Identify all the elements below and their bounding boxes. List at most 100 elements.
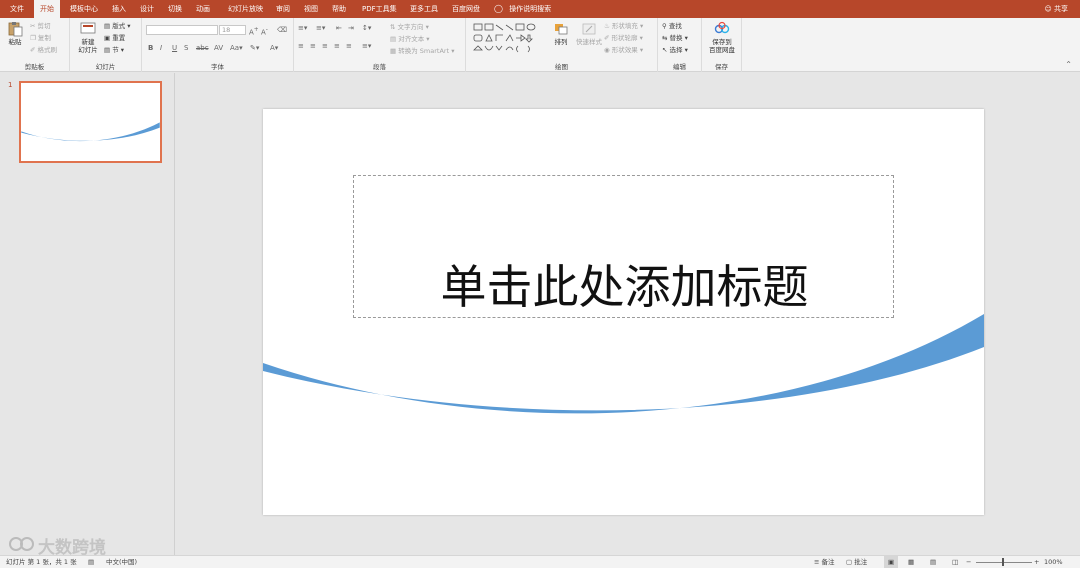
zoom-level[interactable]: 100%: [1044, 556, 1063, 568]
shadow-button[interactable]: S: [184, 43, 188, 53]
slide-number: 1: [8, 81, 13, 89]
tab-template-center[interactable]: 模板中心: [64, 0, 104, 18]
clipboard-group: 粘贴 ✂ 剪切 ❐ 复制 ✐ 格式刷 剪贴板: [0, 18, 70, 72]
font-color-button[interactable]: A▾: [270, 43, 278, 53]
tab-design[interactable]: 设计: [134, 0, 160, 18]
zoom-out-button[interactable]: −: [966, 556, 971, 568]
tab-file[interactable]: 文件: [4, 0, 30, 18]
char-spacing-button[interactable]: AV: [214, 43, 223, 53]
line-spacing-icon[interactable]: ↕▾: [362, 23, 371, 33]
new-slide-button[interactable]: 新建 幻灯片: [74, 21, 102, 54]
smartart-button[interactable]: ▦ 转换为 SmartArt ▾: [390, 46, 454, 56]
zoom-in-button[interactable]: +: [1034, 556, 1039, 568]
tab-home[interactable]: 开始: [34, 0, 60, 18]
slideshow-icon[interactable]: ◫: [952, 556, 958, 568]
shapes-gallery[interactable]: [472, 22, 548, 56]
title-placeholder[interactable]: 单击此处添加标题: [353, 175, 894, 318]
tab-slideshow[interactable]: 幻灯片放映: [222, 0, 269, 18]
font-name-combobox[interactable]: [146, 25, 218, 35]
reading-view-icon[interactable]: ▤: [930, 556, 936, 568]
tab-review[interactable]: 审阅: [270, 0, 296, 18]
zoom-slider-thumb[interactable]: [1002, 558, 1004, 566]
increase-indent-icon[interactable]: ⇥: [348, 23, 354, 33]
layout-icon: ▤: [104, 22, 111, 30]
tab-baidu-netdisk[interactable]: 百度网盘: [446, 0, 486, 18]
copy-button[interactable]: ❐ 复制: [30, 33, 51, 43]
spelling-icon[interactable]: ▤: [88, 556, 94, 568]
editing-group-label: 编辑: [673, 63, 686, 71]
align-center-icon[interactable]: ≡: [310, 41, 316, 51]
tab-help[interactable]: 帮助: [326, 0, 352, 18]
slide-canvas[interactable]: 单击此处添加标题: [263, 109, 984, 515]
clear-format-icon[interactable]: ⌫: [277, 25, 287, 35]
comments-button[interactable]: ▢ 批注: [846, 556, 867, 568]
cut-button[interactable]: ✂ 剪切: [30, 21, 51, 31]
language-indicator[interactable]: 中文(中国): [106, 556, 137, 568]
slide-thumbnail[interactable]: [19, 81, 162, 163]
title-placeholder-text: 单击此处添加标题: [440, 260, 809, 314]
paste-button[interactable]: 粘贴: [4, 21, 26, 46]
save-group-label: 保存: [715, 63, 728, 71]
strikethrough-button[interactable]: abc: [196, 43, 209, 53]
slide-sorter-icon[interactable]: ▦: [908, 556, 914, 568]
grow-font-button[interactable]: A+: [249, 25, 259, 37]
shape-outline-button[interactable]: ✐ 形状轮廓 ▾: [604, 33, 643, 43]
notes-button[interactable]: ≡ 备注: [814, 556, 835, 568]
normal-view-icon[interactable]: ▣: [884, 556, 899, 568]
comment-icon: ▢: [846, 558, 853, 566]
tab-more-tools[interactable]: 更多工具: [404, 0, 444, 18]
replace-button[interactable]: ⇆ 替换 ▾: [662, 33, 688, 43]
shape-effects-button[interactable]: ◉ 形状效果 ▾: [604, 45, 643, 55]
underline-button[interactable]: U: [172, 43, 177, 53]
select-button[interactable]: ↖ 选择 ▾: [662, 45, 688, 55]
arrange-button[interactable]: 排列: [550, 21, 572, 46]
quick-styles-button[interactable]: 快速样式: [574, 21, 604, 46]
align-text-button[interactable]: ▤ 对齐文本 ▾: [390, 34, 430, 44]
tab-pdf-tools[interactable]: PDF工具集: [356, 0, 403, 18]
section-button[interactable]: ▤ 节 ▾: [104, 45, 124, 55]
tab-insert[interactable]: 插入: [106, 0, 132, 18]
reset-button[interactable]: ▣ 重置: [104, 33, 125, 43]
drawing-group-label: 绘图: [555, 63, 568, 71]
paint-bucket-icon: ♨: [604, 22, 610, 30]
ribbon-tab-bar: 文件 开始 模板中心 插入 设计 切换 动画 幻灯片放映 审阅 视图 帮助 PD…: [0, 0, 1080, 18]
zoom-slider[interactable]: [976, 562, 1032, 563]
shrink-font-button[interactable]: A-: [261, 25, 268, 37]
replace-icon: ⇆: [662, 34, 668, 42]
tab-transitions[interactable]: 切换: [162, 0, 188, 18]
align-left-icon[interactable]: ≡: [298, 41, 304, 51]
tab-animations[interactable]: 动画: [190, 0, 216, 18]
person-icon: ☺: [1044, 5, 1052, 13]
clipboard-group-label: 剪贴板: [24, 63, 45, 71]
layout-button[interactable]: ▤ 版式 ▾: [104, 21, 131, 31]
tell-me-search[interactable]: ◯ 操作说明搜索: [494, 0, 551, 18]
save-to-netdisk-button[interactable]: 保存到 百度网盘: [705, 21, 739, 54]
ribbon: 粘贴 ✂ 剪切 ❐ 复制 ✐ 格式刷 剪贴板 新建 幻灯片 ▤ 版式 ▾ ▣ 重…: [0, 18, 1080, 72]
paragraph-group-label: 段落: [373, 63, 386, 71]
decrease-indent-icon[interactable]: ⇤: [336, 23, 342, 33]
editing-group: ⚲ 查找 ⇆ 替换 ▾ ↖ 选择 ▾ 编辑: [658, 18, 702, 72]
italic-button[interactable]: I: [160, 43, 162, 53]
bullets-icon[interactable]: ≡▾: [298, 23, 307, 33]
numbering-icon[interactable]: ≡▾: [316, 23, 325, 33]
collapse-ribbon-icon[interactable]: ⌃: [1065, 60, 1072, 70]
highlight-icon[interactable]: ✎▾: [250, 43, 259, 53]
watermark-logo-icon: [9, 537, 34, 551]
find-button[interactable]: ⚲ 查找: [662, 21, 682, 31]
columns-icon[interactable]: ≡▾: [362, 41, 371, 51]
format-painter-button[interactable]: ✐ 格式刷: [30, 45, 57, 55]
shape-fill-button[interactable]: ♨ 形状填充 ▾: [604, 21, 643, 31]
distribute-icon[interactable]: ≡: [346, 41, 352, 51]
tab-view[interactable]: 视图: [298, 0, 324, 18]
bold-button[interactable]: B: [148, 43, 153, 53]
align-text-icon: ▤: [390, 35, 397, 43]
change-case-button[interactable]: Aa▾: [230, 43, 243, 53]
slide-info: 幻灯片 第 1 张，共 1 张: [6, 558, 77, 566]
share-button[interactable]: ☺ 共享: [1044, 0, 1068, 18]
font-group: 18 A+ A- ⌫ B I U S abc AV Aa▾ ✎▾ A▾ 字体: [142, 18, 294, 72]
font-size-combobox[interactable]: 18: [219, 25, 246, 35]
text-direction-button[interactable]: ⇅ 文字方向 ▾: [390, 22, 429, 32]
justify-icon[interactable]: ≡: [334, 41, 340, 51]
align-right-icon[interactable]: ≡: [322, 41, 328, 51]
section-icon: ▤: [104, 46, 111, 54]
